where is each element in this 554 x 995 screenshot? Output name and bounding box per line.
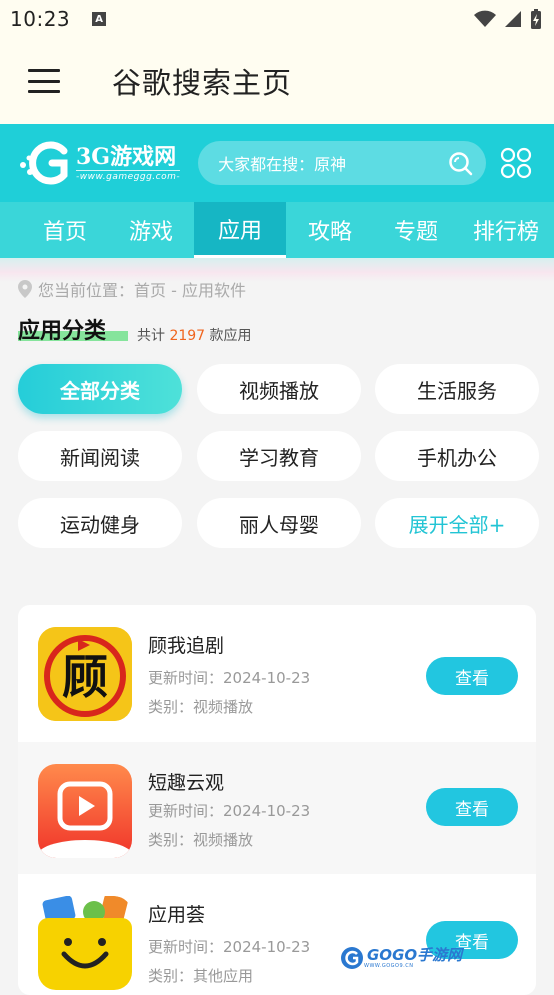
wifi-icon xyxy=(474,10,496,27)
app-category: 类别：视频播放 xyxy=(148,831,254,849)
watermark-text: GOGO手游网 xyxy=(367,945,463,964)
section-title: 应用分类 xyxy=(18,319,107,344)
app-list: 顾 顾我追剧 更新时间：2024-10-23 类别：视频播放 查看 短趣云观 更… xyxy=(18,605,536,995)
hamburger-menu-icon[interactable] xyxy=(28,69,60,93)
nav-tab-rankings[interactable]: 排行榜 xyxy=(458,202,554,258)
search-icon[interactable] xyxy=(448,151,474,177)
category-all[interactable]: 全部分类 xyxy=(18,364,182,414)
watermark-g-icon xyxy=(341,947,363,969)
category-news[interactable]: 新闻阅读 xyxy=(18,431,182,481)
logo-g-icon xyxy=(20,141,68,185)
signal-icon xyxy=(505,11,521,27)
breadcrumb: 您当前位置：首页 - 应用软件 xyxy=(18,277,246,301)
svg-text:顾: 顾 xyxy=(62,650,108,704)
app-updated: 更新时间：2024-10-23 xyxy=(148,669,311,687)
logo-name: 3G游戏网 xyxy=(76,144,177,170)
location-pin-icon xyxy=(18,280,32,298)
nav-tab-games[interactable]: 游戏 xyxy=(108,202,194,258)
category-life[interactable]: 生活服务 xyxy=(375,364,539,414)
nav-tab-topics[interactable]: 专题 xyxy=(374,202,458,258)
play-video-app-icon xyxy=(38,764,132,858)
watermark-logo: GOGO手游网 WWW.GOGO9.CN xyxy=(340,946,462,970)
nav-tab-apps[interactable]: 应用 xyxy=(194,202,286,258)
guwo-app-icon: 顾 xyxy=(38,627,132,721)
smile-bag-app-icon xyxy=(38,896,132,990)
app-category: 类别：其他应用 xyxy=(148,967,254,985)
breadcrumb-text[interactable]: 您当前位置：首页 - 应用软件 xyxy=(38,277,246,301)
logo-url: -www.gameggg.com- xyxy=(76,170,181,182)
list-item[interactable]: 顾 顾我追剧 更新时间：2024-10-23 类别：视频播放 查看 xyxy=(18,605,536,737)
category-office[interactable]: 手机办公 xyxy=(375,431,539,481)
app-updated: 更新时间：2024-10-23 xyxy=(148,802,311,820)
app-updated: 更新时间：2024-10-23 xyxy=(148,938,311,956)
app-bar: 谷歌搜索主页 xyxy=(0,38,554,124)
category-fitness[interactable]: 运动健身 xyxy=(18,498,182,548)
category-grid-icon[interactable] xyxy=(500,147,532,179)
list-item[interactable]: 短趣云观 更新时间：2024-10-23 类别：视频播放 查看 xyxy=(18,742,536,874)
status-bar: 10:23 A xyxy=(0,0,554,38)
status-icons xyxy=(474,8,542,30)
category-beauty-baby[interactable]: 丽人母婴 xyxy=(197,498,361,548)
list-item[interactable]: 应用荟 更新时间：2024-10-23 类别：其他应用 查看 xyxy=(18,874,536,995)
view-button[interactable]: 查看 xyxy=(426,657,518,695)
app-count: 共计 2197 款应用 xyxy=(137,328,252,344)
app-name[interactable]: 顾我追剧 xyxy=(148,631,224,658)
nav-tab-home[interactable]: 首页 xyxy=(22,202,108,258)
view-button[interactable]: 查看 xyxy=(426,788,518,826)
expand-all-categories-button[interactable]: 展开全部+ xyxy=(375,498,539,548)
category-video[interactable]: 视频播放 xyxy=(197,364,361,414)
app-count-number: 2197 xyxy=(169,328,206,344)
category-education[interactable]: 学习教育 xyxy=(197,431,361,481)
status-time: 10:23 xyxy=(10,7,71,31)
nav-tab-guides[interactable]: 攻略 xyxy=(286,202,374,258)
search-input[interactable]: 大家都在搜：原神 xyxy=(198,141,487,185)
notification-a-icon: A xyxy=(92,12,107,26)
main-nav: 首页 游戏 应用 攻略 专题 排行榜 xyxy=(0,202,554,258)
search-placeholder: 大家都在搜：原神 xyxy=(218,155,347,174)
app-name[interactable]: 短趣云观 xyxy=(148,768,224,795)
battery-charging-icon xyxy=(531,9,541,29)
page-title: 谷歌搜索主页 xyxy=(112,66,293,100)
site-header: 3G游戏网 -www.gameggg.com- 大家都在搜：原神 xyxy=(0,124,554,202)
app-name[interactable]: 应用荟 xyxy=(148,900,205,927)
site-logo[interactable]: 3G游戏网 -www.gameggg.com- xyxy=(18,135,181,191)
app-category: 类别：视频播放 xyxy=(148,698,254,716)
